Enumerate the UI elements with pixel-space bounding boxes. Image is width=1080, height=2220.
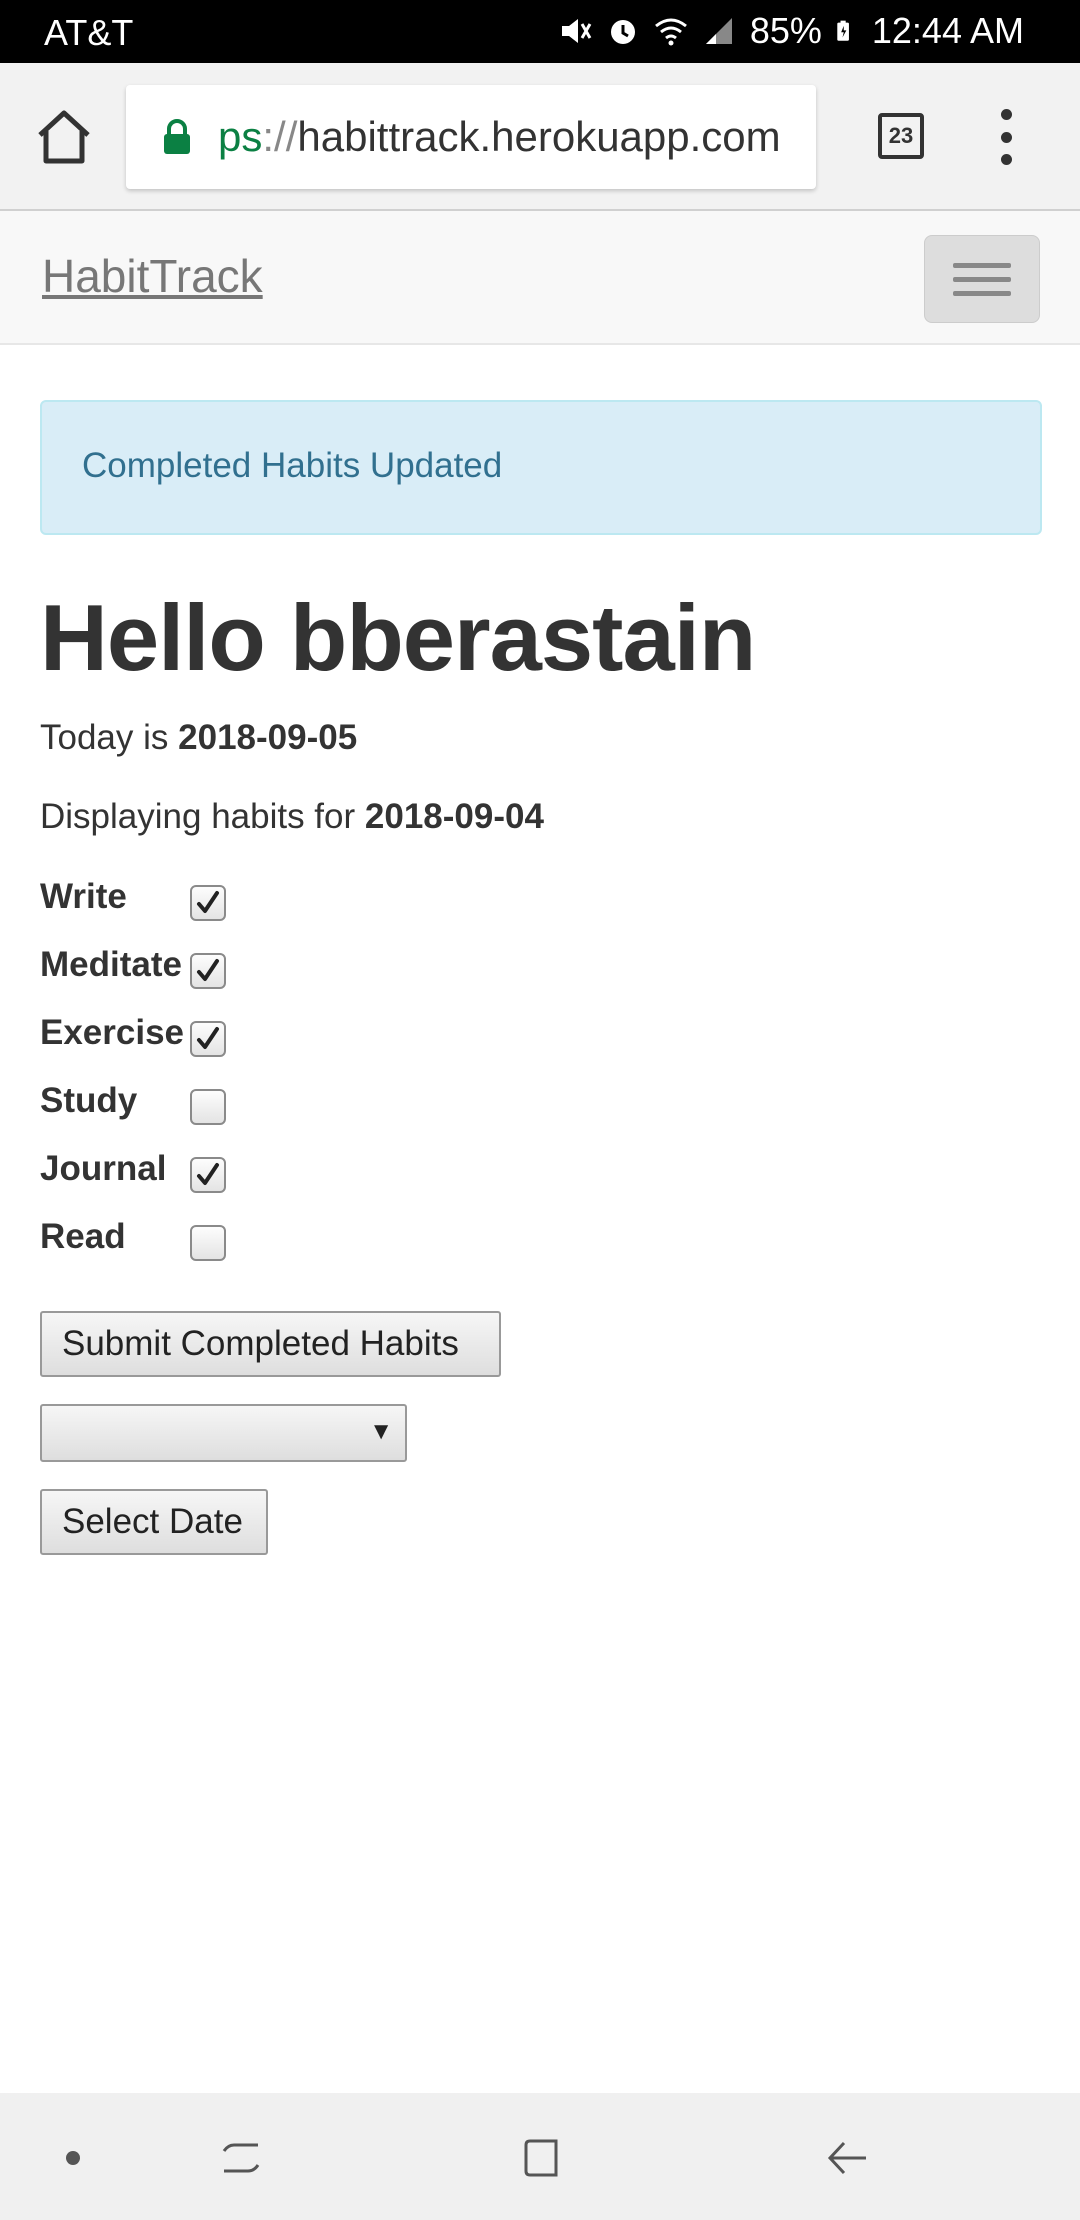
mute-icon — [561, 19, 592, 43]
habit-checkbox[interactable] — [190, 953, 226, 989]
habit-label: Journal — [40, 1149, 167, 1188]
home-icon[interactable] — [30, 103, 98, 171]
today-date: 2018-09-05 — [178, 718, 358, 757]
displaying-date: 2018-09-04 — [364, 797, 544, 836]
dropdown-arrow-icon: ▼ — [369, 1418, 393, 1445]
checkmark-icon — [197, 959, 219, 981]
hamburger-menu-icon[interactable] — [924, 235, 1040, 323]
today-prefix: Today is — [40, 718, 169, 757]
habit-row: Study — [40, 1081, 540, 1131]
checkmark-icon — [197, 1163, 219, 1185]
carrier-name: AT&T — [44, 12, 134, 53]
habit-checkbox[interactable] — [190, 885, 226, 921]
habit-checkbox[interactable] — [190, 1225, 226, 1261]
wifi-icon — [654, 18, 687, 46]
habit-checkbox[interactable] — [190, 1089, 226, 1125]
lock-icon — [164, 119, 190, 154]
habit-row: Exercise — [40, 1013, 540, 1063]
habit-checkbox[interactable] — [190, 1021, 226, 1057]
url-scheme: ps — [218, 113, 263, 160]
site-navbar: HabitTrack — [0, 211, 1080, 345]
habit-label: Meditate — [40, 945, 182, 984]
alarm-icon — [610, 20, 635, 44]
checkmark-icon — [197, 891, 219, 913]
clock: 12:44 AM — [871, 10, 1024, 51]
battery-icon — [837, 20, 849, 41]
page-title: Hello bberastain — [40, 585, 756, 690]
url-separator: :// — [262, 113, 298, 160]
habit-row: Journal — [40, 1149, 540, 1199]
status-bar: AT&T 85% 12:44 AM — [0, 0, 1080, 63]
signal-icon — [705, 18, 732, 44]
habit-row: Write — [40, 877, 540, 927]
habit-label: Write — [40, 877, 127, 916]
habit-row: Read — [40, 1217, 540, 1267]
habit-label: Exercise — [40, 1013, 185, 1052]
recent-apps-icon[interactable] — [218, 2133, 268, 2183]
habit-label: Study — [40, 1081, 138, 1120]
habit-row: Meditate — [40, 945, 540, 995]
system-navigation-bar — [0, 2093, 1080, 2220]
habit-label: Read — [40, 1217, 126, 1256]
url-host: habittrack.herokuapp.com — [297, 113, 781, 160]
habit-checkbox[interactable] — [190, 1157, 226, 1193]
back-icon[interactable] — [822, 2133, 872, 2183]
overflow-menu-icon[interactable] — [986, 109, 1026, 165]
success-alert: Completed Habits Updated — [40, 400, 1042, 535]
status-icons: 85% 12:44 AM — [558, 10, 1024, 52]
tab-switcher-button[interactable]: 23 — [878, 113, 924, 159]
home-nav-icon[interactable] — [518, 2133, 568, 2183]
url-text: ps://habittrack.herokuapp.com — [218, 113, 781, 161]
displaying-line: Displaying habits for 2018-09-04 — [40, 797, 544, 837]
url-bar[interactable]: ps://habittrack.herokuapp.com — [126, 85, 816, 189]
battery-percent: 85% — [749, 10, 822, 51]
date-select[interactable]: ▼ — [40, 1404, 407, 1462]
select-date-button[interactable]: Select Date — [40, 1489, 268, 1555]
checkmark-icon — [197, 1027, 219, 1049]
displaying-prefix: Displaying habits for — [40, 797, 356, 836]
browser-toolbar: ps://habittrack.herokuapp.com 23 — [0, 63, 1080, 211]
dot-icon[interactable] — [48, 2133, 98, 2183]
submit-habits-button[interactable]: Submit Completed Habits — [40, 1311, 501, 1377]
today-line: Today is 2018-09-05 — [40, 718, 357, 758]
brand-link[interactable]: HabitTrack — [42, 249, 263, 303]
